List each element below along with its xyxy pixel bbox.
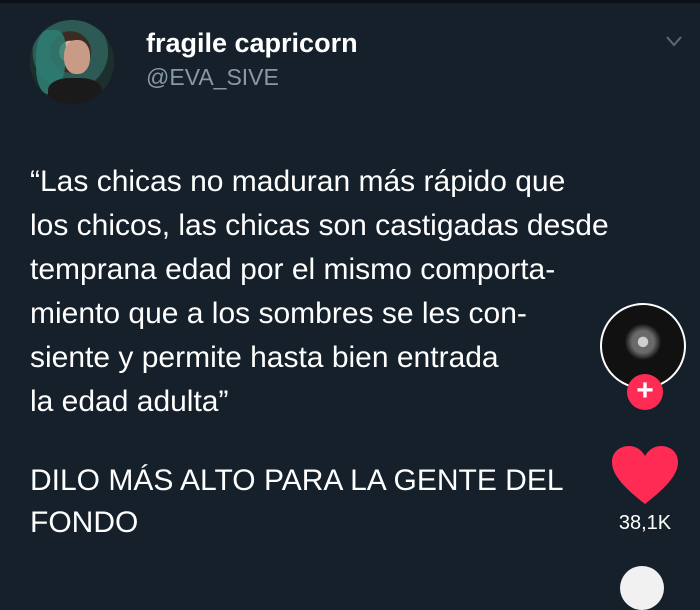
author-display-name[interactable]: fragile capricorn [146,28,358,59]
tweet-text-line: “Las chicas no maduran más rápido que [30,165,566,198]
tweet-text-line: miento que a los sombres se les con- [30,297,527,330]
caption-line: DILO MÁS ALTO PARA LA GENTE DEL [30,464,564,497]
comment-button[interactable] [620,566,664,610]
top-edge [0,0,700,3]
follow-button[interactable]: + [627,374,663,410]
avatar-shirt [48,78,102,104]
plus-icon: + [636,374,654,407]
caption-line: FONDO [30,506,139,539]
author-avatar[interactable] [30,20,114,104]
tweet-text-line: los chicos, las chicas son castigadas de… [30,209,609,242]
tweet-text-line: siente y permite hasta bien entrada [30,341,499,374]
video-caption: DILO MÁS ALTO PARA LA GENTE DEL FONDO [30,460,590,544]
like-count: 38,1K [618,512,672,534]
tweet-text-line: temprana edad por el mismo comporta- [30,253,556,286]
tweet-text: “Las chicas no maduran más rápido que lo… [30,160,670,424]
chevron-down-icon[interactable] [666,34,682,48]
avatar-face [64,40,90,74]
author-handle[interactable]: @EVA_SIVE [146,64,279,91]
tweet-text-line: la edad adulta” [30,385,229,418]
heart-icon[interactable] [612,446,678,506]
